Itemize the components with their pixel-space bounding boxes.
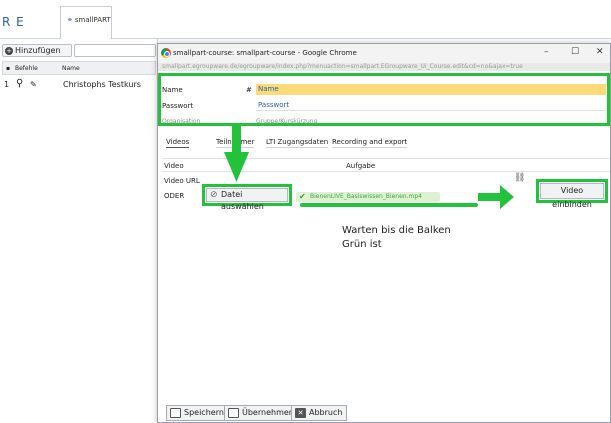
cancel-label: Abbruch <box>309 408 343 417</box>
tab-smallpart[interactable]: ⚭ smallPART <box>60 6 112 39</box>
oder-label: ODER <box>164 192 185 200</box>
search-icon[interactable]: ⚲ <box>16 78 23 89</box>
table-row[interactable]: 1 ⚲ ✎ Christophs Testkurs <box>2 77 156 93</box>
minimize-button[interactable]: – <box>544 47 549 57</box>
save-label: Speichern <box>184 408 224 417</box>
check-icon: ✔ <box>299 192 306 201</box>
column-header-name[interactable]: Name <box>62 65 80 72</box>
tab-recording-export[interactable]: Recording and export <box>332 138 408 148</box>
apply-button[interactable]: Übernehmen <box>224 405 299 421</box>
arrow-right-shaft <box>478 193 502 201</box>
upload-progress-bar: ✔ BienenLIVE_Basiswissen_Bienen.mp4 <box>296 192 440 202</box>
cancel-icon: ✕ <box>295 408 306 418</box>
paperclip-icon: ⊘ <box>210 190 218 200</box>
save-icon <box>170 408 181 418</box>
apply-label: Übernehmen <box>242 408 294 417</box>
add-button[interactable]: + Hinzufügen <box>2 44 72 57</box>
address-bar[interactable]: smallpart.egroupware.de/egroupware/index… <box>158 63 610 71</box>
search-input[interactable] <box>74 44 156 57</box>
app-header: R E ⚭ smallPART <box>0 0 611 39</box>
edit-icon[interactable]: ✎ <box>30 80 37 89</box>
close-button[interactable]: ✕ <box>596 47 604 57</box>
course-list-panel: + Hinzufügen ▪ Befehle Name 1 ⚲ ✎ Christo… <box>0 39 158 423</box>
highlight-box-credentials <box>158 73 610 126</box>
save-button[interactable]: Speichern <box>166 405 229 421</box>
window-titlebar: smallpart-course: smallpart-course - Goo… <box>158 44 610 63</box>
cancel-button[interactable]: ✕ Abbruch <box>291 405 348 421</box>
column-header-commands[interactable]: Befehle <box>15 65 38 72</box>
table-header: ▪ Befehle Name <box>2 61 156 75</box>
row-id: 1 <box>4 80 10 89</box>
column-toggle-icon[interactable]: ▪ <box>6 65 10 72</box>
select-file-label: Datei auswählen <box>221 190 264 211</box>
chrome-icon <box>161 48 171 58</box>
arrow-down-shaft <box>232 126 241 154</box>
progress-bar-underline <box>300 203 478 207</box>
arrow-right-icon <box>500 185 514 209</box>
url-text: smallpart.egroupware.de/egroupware/index… <box>162 63 523 70</box>
row-name: Christophs Testkurs <box>63 80 141 89</box>
apply-icon <box>228 408 239 418</box>
add-button-label: Hinzufügen <box>15 46 61 55</box>
embed-video-button[interactable]: Video einbinden <box>540 183 604 209</box>
column-video: Video <box>164 162 184 170</box>
annotation-text: Warten bis die Balken Grün ist <box>342 224 451 252</box>
brand-logo: R E <box>2 15 25 29</box>
annotation-line-1: Warten bis die Balken <box>342 225 451 236</box>
arrow-down-icon <box>224 152 249 182</box>
annotation-line-2: Grün ist <box>342 239 382 250</box>
glasses-icon: ⚭ <box>67 16 73 24</box>
plus-icon: + <box>5 47 13 55</box>
select-file-button[interactable]: ⊘ Datei auswählen <box>206 188 288 211</box>
tab-bar: Videos Teilnehmer LTI Zugangsdaten Recor… <box>158 138 610 152</box>
link-icon[interactable]: ⛓ <box>514 173 525 183</box>
uploaded-file-name: BienenLIVE_Basiswissen_Bienen.mp4 <box>310 193 422 200</box>
window-title: smallpart-course: smallpart-course - Goo… <box>173 49 357 57</box>
tab-lti[interactable]: LTI Zugangsdaten <box>266 138 329 148</box>
column-task: Aufgabe <box>346 162 376 170</box>
maximize-button[interactable]: ☐ <box>571 47 579 57</box>
tab-smallpart-label: smallPART <box>74 16 111 24</box>
tab-videos[interactable]: Videos <box>166 138 190 148</box>
video-url-label: Video URL <box>164 177 200 185</box>
